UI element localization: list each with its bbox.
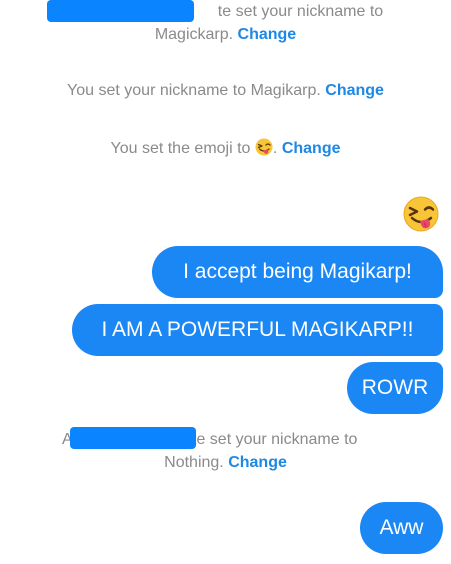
- message-bubble[interactable]: I accept being Magikarp!: [152, 246, 443, 298]
- system-message-text: .: [272, 140, 278, 157]
- change-link[interactable]: Change: [325, 82, 384, 99]
- system-message-nickname-self: You set your nickname to Magikarp. Chang…: [0, 80, 451, 101]
- message-bubble[interactable]: I AM A POWERFUL MAGIKARP!!: [72, 304, 443, 356]
- change-link[interactable]: Change: [238, 26, 297, 43]
- chat-thread: te set your nickname to Magickarp. Chang…: [0, 0, 451, 564]
- system-message-text: You set your nickname to Magikarp.: [67, 82, 321, 99]
- system-message-emoji: You set the emoji to . Change: [0, 138, 451, 159]
- change-link[interactable]: Change: [228, 454, 287, 471]
- redacted-name: [70, 427, 196, 449]
- system-message-text: Magickarp.: [154, 26, 234, 43]
- system-message-text: Nothing.: [164, 454, 224, 471]
- system-message-text: You set the emoji to: [110, 140, 251, 157]
- system-message-nickname-top: te set your nickname to Magickarp. Chang…: [0, 1, 451, 45]
- message-bubble[interactable]: ROWR: [347, 362, 443, 414]
- winking-tongue-face-icon: [255, 138, 273, 156]
- change-link[interactable]: Change: [282, 140, 341, 157]
- system-message-nickname-bottom: A te set your nickname to Nothing. Chang…: [0, 429, 451, 473]
- winking-tongue-face-icon[interactable]: [403, 196, 439, 232]
- message-bubble[interactable]: Aww: [360, 502, 443, 554]
- system-message-text: te set your nickname to: [192, 431, 358, 448]
- system-message-text: te set your nickname to: [217, 3, 384, 20]
